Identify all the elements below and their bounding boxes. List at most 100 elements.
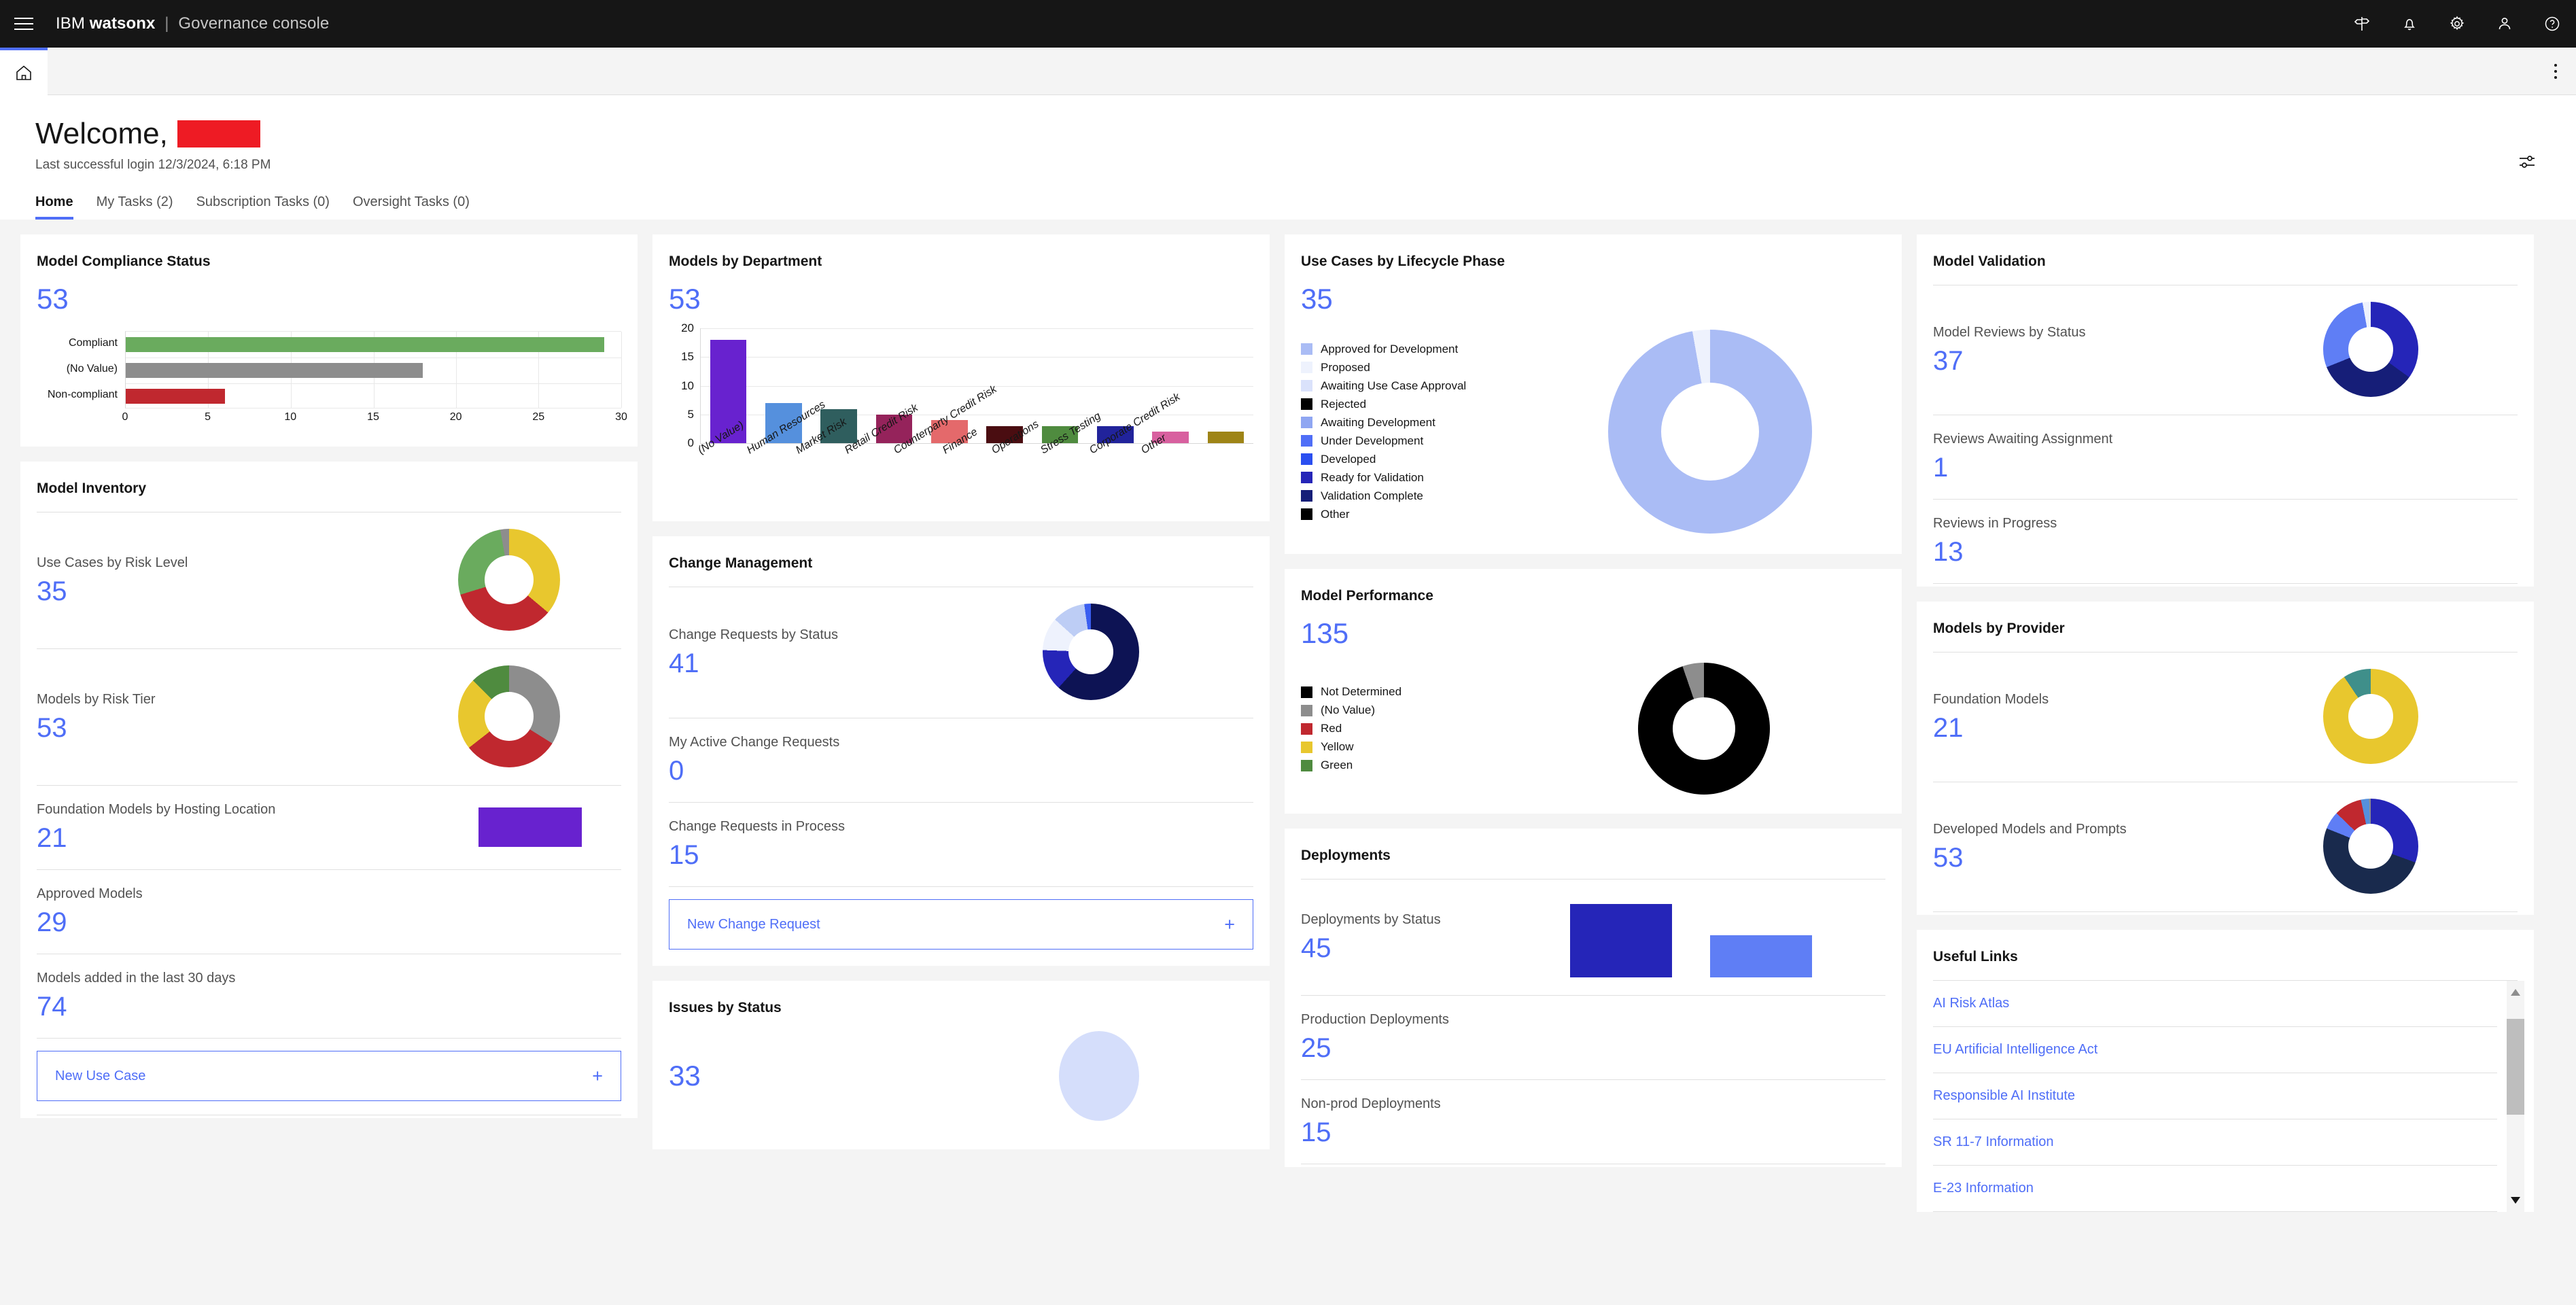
help-icon[interactable] — [2528, 0, 2576, 48]
model-performance-chart-row: Not Determined (No Value) Red Yellow Gre… — [1301, 663, 1885, 795]
home-icon[interactable] — [0, 47, 48, 95]
notification-bell-icon[interactable] — [2386, 0, 2433, 48]
link-ai-risk-atlas[interactable]: AI Risk Atlas — [1933, 981, 2497, 1028]
swatch — [1301, 362, 1312, 374]
card-title: Model Performance — [1301, 588, 1433, 604]
metric-models-added-last-30-days[interactable]: Models added in the last 30 days 74 — [37, 954, 621, 1038]
card-title: Models by Provider — [1933, 621, 2065, 637]
metric-non-prod-deployments[interactable]: Non-prod Deployments 15 — [1301, 1079, 1885, 1164]
useful-links-scrollbar[interactable] — [2507, 981, 2524, 1213]
link-sr-11-7-information[interactable]: SR 11-7 Information — [1933, 1119, 2497, 1166]
metric-value: 21 — [37, 823, 67, 854]
metric-deployments-by-status[interactable]: Deployments by Status 45 — [1301, 879, 1885, 995]
metric-value: 21 — [1933, 712, 1964, 743]
signpost-icon[interactable] — [2338, 0, 2386, 48]
card-model-performance: Model Performance 135 Not Determined (No… — [1285, 569, 1902, 814]
swatch — [1301, 472, 1312, 484]
metric-model-reviews-by-status[interactable]: Model Reviews by Status 37 — [1933, 285, 2518, 415]
tab-my-tasks[interactable]: My Tasks (2) — [97, 190, 196, 220]
useful-links-list: AI Risk Atlas EU Artificial Intelligence… — [1933, 980, 2524, 1213]
card-title: Deployments — [1301, 848, 1391, 864]
metric-change-requests-by-status[interactable]: Change Requests by Status 41 — [669, 587, 1253, 718]
link-eu-artificial-intelligence-act[interactable]: EU Artificial Intelligence Act — [1933, 1027, 2497, 1074]
plus-icon: + — [1224, 914, 1235, 935]
card-issues-by-status: Issues by Status 33 — [652, 981, 1270, 1150]
metric-approved-models[interactable]: Approved Models 29 — [37, 869, 621, 954]
model-compliance-chart: Compliant (No Value) Non-compliant 0 5 1… — [37, 331, 627, 423]
legend-label: Validation Complete — [1321, 489, 1423, 502]
ytick-20: 20 — [681, 321, 694, 335]
issues-total: 33 — [669, 1060, 701, 1092]
tab-home[interactable]: Home — [35, 190, 97, 220]
gear-icon[interactable] — [2433, 0, 2481, 48]
scroll-up-arrow-icon[interactable] — [2507, 981, 2524, 1004]
settings-sliders-icon[interactable] — [2513, 148, 2541, 175]
donut-developed-models-and-prompts-by-provider — [2323, 799, 2418, 894]
bar-label-non-compliant: Non-compliant — [47, 389, 118, 401]
metric-developed-models-and-prompts[interactable]: Developed Models and Prompts 53 — [1933, 782, 2518, 911]
metric-change-requests-in-process[interactable]: Change Requests in Process 15 — [669, 802, 1253, 886]
card-useful-links: Useful Links AI Risk Atlas EU Artificial… — [1917, 930, 2534, 1213]
legend-label: Developed — [1321, 452, 1376, 466]
metric-my-active-change-requests[interactable]: My Active Change Requests 0 — [669, 718, 1253, 802]
new-change-request-button[interactable]: New Change Request + — [669, 899, 1253, 950]
button-label: New Change Request — [687, 916, 820, 932]
metric-value: 53 — [1933, 842, 1964, 873]
swatch — [1301, 490, 1312, 502]
user-avatar-icon[interactable] — [2481, 0, 2528, 48]
scrollbar-track[interactable] — [2507, 1004, 2524, 1189]
metric-production-deployments[interactable]: Production Deployments 25 — [1301, 995, 1885, 1079]
link-responsible-ai-institute[interactable]: Responsible AI Institute — [1933, 1073, 2497, 1120]
metric-label: Developed Models and Prompts — [1933, 821, 2127, 837]
pie-issues-by-status — [1059, 1031, 1139, 1121]
legend-approved-for-development: Approved for Development — [1301, 343, 1466, 356]
brand-governance-console: Governance console — [178, 14, 330, 33]
models-by-department-chart: 20 15 10 5 0 (No Value) Human Resources … — [681, 321, 1253, 519]
welcome-line: Welcome, — [35, 118, 2576, 150]
swatch — [1301, 508, 1312, 521]
metric-foundation-models-by-hosting-location[interactable]: Foundation Models by Hosting Location 21 — [37, 785, 621, 869]
metric-label: Models by Risk Tier — [37, 691, 156, 707]
ytick-5: 5 — [687, 407, 694, 421]
tab-subscription-tasks[interactable]: Subscription Tasks (0) — [196, 190, 353, 220]
metric-label: Production Deployments — [1301, 1012, 1449, 1028]
card-title: Issues by Status — [669, 1000, 782, 1016]
link-e-23-information[interactable]: E-23 Information — [1933, 1166, 2497, 1213]
swatch — [1301, 380, 1312, 392]
overflow-menu-icon[interactable] — [2535, 48, 2576, 95]
metric-reviews-in-progress[interactable]: Reviews in Progress 13 — [1933, 499, 2518, 583]
legend-label: Proposed — [1321, 360, 1370, 374]
donut-use-cases-by-lifecycle-phase — [1608, 330, 1812, 534]
xtick-10: 10 — [284, 411, 297, 423]
metric-models-by-risk-tier[interactable]: Models by Risk Tier 53 — [37, 648, 621, 785]
metric-foundation-models[interactable]: Foundation Models 21 — [1933, 652, 2518, 782]
new-use-case-button[interactable]: New Use Case + — [37, 1051, 621, 1102]
card-use-cases-by-lifecycle-phase: Use Cases by Lifecycle Phase 35 Approved… — [1285, 234, 1902, 555]
legend-label: Awaiting Development — [1321, 415, 1435, 429]
card-deployments: Deployments Deployments by Status 45 Pro… — [1285, 829, 1902, 1168]
card-title: Useful Links — [1933, 949, 2018, 965]
card-model-inventory: Model Inventory Use Cases by Risk Level … — [20, 462, 638, 1119]
bars-deployments-by-status — [1570, 896, 1812, 978]
legend-not-determined: Not Determined — [1301, 685, 1402, 699]
header-actions — [2338, 0, 2576, 48]
metric-reviews-awaiting-assignment[interactable]: Reviews Awaiting Assignment 1 — [1933, 415, 2518, 499]
metric-value: 1 — [1933, 453, 1949, 483]
legend-label: Rejected — [1321, 397, 1367, 411]
issues-by-status-row[interactable]: 33 — [669, 1031, 1253, 1133]
scrollbar-thumb[interactable] — [2507, 1018, 2524, 1115]
ytick-10: 10 — [681, 379, 694, 392]
donut-models-by-risk-tier — [458, 665, 560, 768]
metric-label: Change Requests in Process — [669, 819, 846, 835]
legend-red: Red — [1301, 722, 1402, 735]
legend-label: Green — [1321, 759, 1353, 772]
scroll-down-arrow-icon[interactable] — [2507, 1189, 2524, 1212]
tab-oversight-tasks[interactable]: Oversight Tasks (0) — [353, 190, 493, 220]
metric-label: Reviews Awaiting Assignment — [1933, 432, 2113, 447]
legend-developed: Developed — [1301, 453, 1466, 466]
metric-label: My Active Change Requests — [669, 735, 840, 750]
metric-use-cases-by-risk-level[interactable]: Use Cases by Risk Level 35 — [37, 512, 621, 648]
metric-label: Model Reviews by Status — [1933, 324, 2086, 340]
legend-other: Other — [1301, 508, 1466, 521]
menu-icon[interactable] — [0, 0, 48, 48]
